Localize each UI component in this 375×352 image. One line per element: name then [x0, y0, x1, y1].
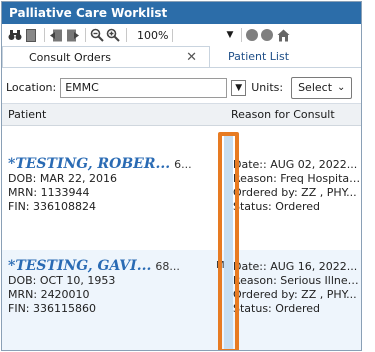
units-label: Units:: [251, 81, 284, 94]
toolbar-separator: [241, 28, 243, 42]
select-label: Select: [298, 81, 333, 94]
consult-date: Date:: AUG 16, 2022...: [233, 260, 358, 273]
consult-date: Date:: AUG 02, 2022...: [233, 158, 358, 171]
highlight-box: [218, 132, 239, 350]
window-title: Palliative Care Worklist: [2, 2, 361, 24]
toolbar: 100% ▼: [2, 24, 361, 46]
column-header-patient[interactable]: Patient: [2, 108, 227, 121]
reason-cell: Date:: AUG 16, 2022... Reason: Serious I…: [233, 260, 361, 316]
tab-label: Consult Orders: [29, 50, 111, 64]
consult-status: Status: Ordered: [233, 302, 321, 315]
zoom-value: 100%: [133, 28, 174, 42]
units-select-button[interactable]: Select ⌄: [291, 76, 353, 99]
patient-cell: *TESTING, ROBER... 6... DOB: MAR 22, 2016…: [8, 156, 220, 214]
patient-dob: DOB: OCT 10, 1953: [8, 274, 116, 287]
toolbar-separator: [44, 28, 45, 42]
patient-fin: FIN: 336108824: [8, 200, 96, 213]
circle-icon[interactable]: [261, 29, 274, 41]
location-input[interactable]: EMMC: [60, 77, 228, 98]
patient-mrn: MRN: 2420010: [8, 288, 90, 301]
chevron-down-icon: ▼: [235, 82, 243, 93]
toolbar-separator: [85, 28, 86, 42]
patient-age: 68...: [155, 260, 180, 273]
prev-page-icon[interactable]: [49, 28, 63, 42]
patient-age: 6...: [174, 158, 192, 171]
consult-ordered-by: Ordered by: ZZ , PHY...: [233, 186, 357, 199]
patient-fin: FIN: 336115860: [8, 302, 96, 315]
zoom-select[interactable]: 100% ▼: [133, 28, 237, 42]
tab-label: Patient List: [228, 50, 290, 63]
filter-bar: Location: EMMC ▼ Units: Select ⌄: [2, 72, 361, 104]
column-header-reason[interactable]: Reason for Consult: [227, 108, 335, 121]
page-icon[interactable]: [24, 28, 38, 42]
tab-bar: Consult Orders ✕ Patient List: [2, 46, 361, 68]
circle-icon[interactable]: [246, 29, 259, 41]
toolbar-separator: [126, 28, 127, 42]
patient-name-link[interactable]: *TESTING, ROBER... 6...: [8, 156, 220, 172]
patient-name: *TESTING, GAVI...: [8, 258, 152, 274]
zoom-in-icon[interactable]: [106, 28, 120, 42]
home-icon[interactable]: [276, 28, 290, 42]
tab-consult-orders[interactable]: Consult Orders ✕: [2, 46, 210, 67]
consult-reason: Reason: Freq Hospital...: [233, 172, 361, 185]
patient-mrn: MRN: 1133944: [8, 186, 90, 199]
location-label: Location:: [6, 81, 57, 94]
consult-ordered-by: Ordered by: ZZ , PHY...: [233, 288, 357, 301]
consult-status: Status: Ordered: [233, 200, 321, 213]
worklist-window: Palliative Care Worklist 100% ▼ Consult …: [1, 1, 362, 351]
binoculars-icon[interactable]: [8, 28, 22, 42]
table-row[interactable]: *TESTING, GAVI... 68... DOB: OCT 10, 1953…: [2, 250, 361, 350]
patient-cell: *TESTING, GAVI... 68... DOB: OCT 10, 1953…: [8, 258, 220, 316]
consult-reason: Reason: Serious Illnes...: [233, 274, 361, 287]
next-page-icon[interactable]: [65, 28, 79, 42]
zoom-out-icon[interactable]: [90, 28, 104, 42]
close-icon[interactable]: ✕: [186, 50, 197, 65]
chevron-down-icon: ⌄: [337, 82, 346, 93]
tab-patient-list[interactable]: Patient List: [210, 46, 289, 67]
chevron-down-icon: ▼: [226, 30, 234, 40]
patient-name: *TESTING, ROBER...: [8, 156, 171, 172]
reason-cell: Date:: AUG 02, 2022... Reason: Freq Hosp…: [233, 158, 361, 214]
patient-dob: DOB: MAR 22, 2016: [8, 172, 118, 185]
grid-header: Patient Reason for Consult: [2, 104, 361, 126]
location-dropdown-button[interactable]: ▼: [231, 79, 247, 96]
table-row[interactable]: *TESTING, ROBER... 6... DOB: MAR 22, 2016…: [2, 148, 361, 248]
patient-name-link[interactable]: *TESTING, GAVI... 68...: [8, 258, 220, 274]
